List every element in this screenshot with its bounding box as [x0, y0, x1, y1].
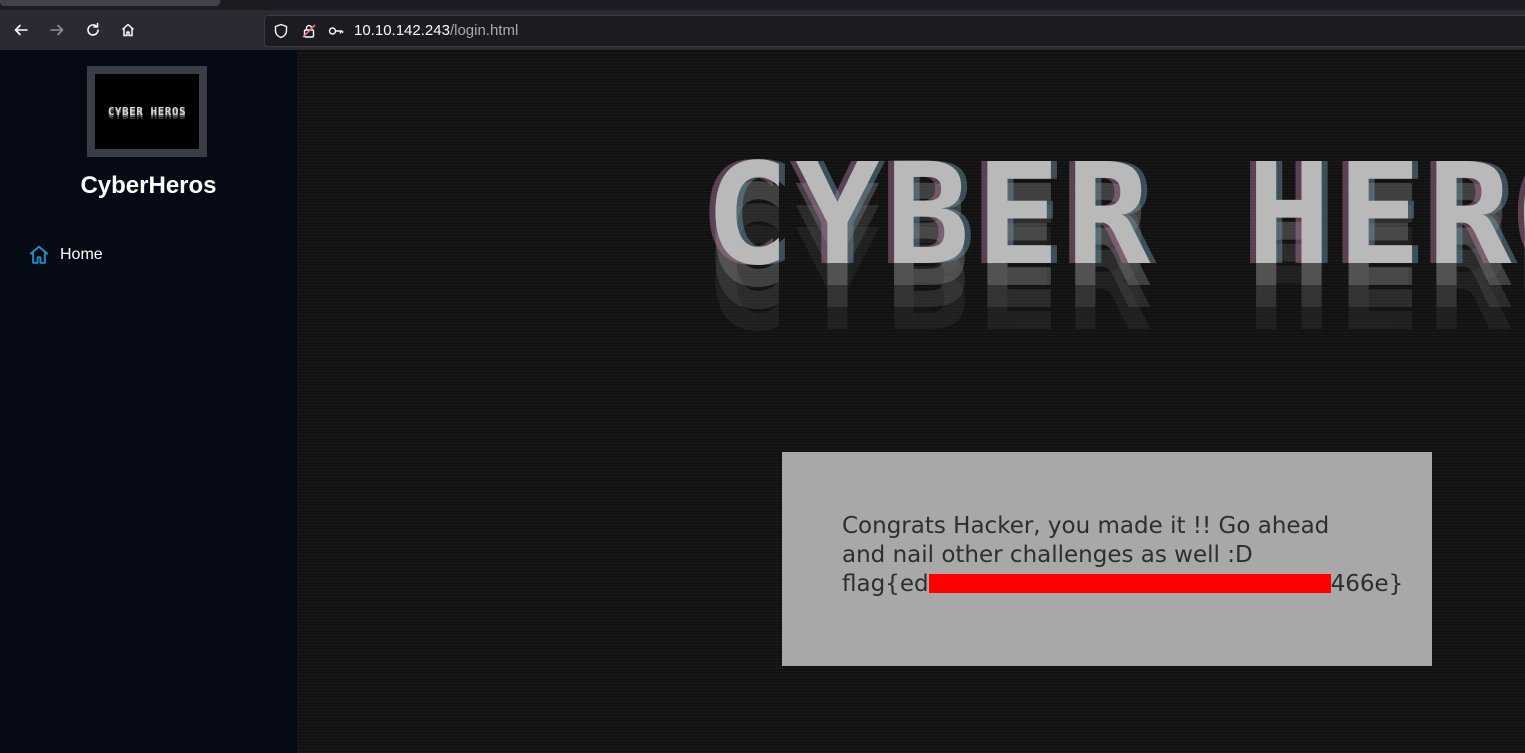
reload-button[interactable] [79, 16, 107, 44]
key-icon[interactable] [328, 23, 344, 39]
home-icon [29, 245, 49, 264]
forward-button[interactable] [43, 16, 71, 44]
logo-text: CYBER HEROS [107, 105, 187, 118]
sidebar-item-home[interactable]: Home [28, 243, 103, 267]
logo-image: CYBER HEROS [95, 74, 199, 149]
url-path: /login.html [449, 22, 519, 39]
message-line-2: and nail other challenges as well :D [842, 542, 1253, 568]
site-logo[interactable]: CYBER HEROS [87, 66, 207, 157]
congrats-message-box: Congrats Hacker, you made it !! Go ahead… [782, 452, 1432, 666]
flag-line: flag{ed 466e} [842, 570, 1404, 599]
address-bar[interactable]: 10.10.142.243/login.html [264, 15, 1525, 47]
flag-suffix: 466e} [1330, 571, 1404, 597]
insecure-lock-icon[interactable] [301, 23, 317, 39]
tab-strip [0, 0, 1525, 10]
message-line-1: Congrats Hacker, you made it !! Go ahead [842, 513, 1330, 539]
flag-redaction [928, 574, 1331, 593]
navigation-toolbar: 10.10.142.243/login.html [0, 10, 1525, 51]
reload-icon [87, 22, 99, 36]
forward-icon [50, 24, 64, 36]
sidebar: CYBER HEROS CyberHeros Home [0, 51, 297, 753]
flag-prefix: flag{ed [842, 571, 929, 597]
home-icon [121, 23, 135, 37]
url-text[interactable]: 10.10.142.243/login.html [354, 22, 518, 39]
active-tab[interactable] [0, 0, 220, 6]
hero-banner: CYBER HEROS [705, 134, 1525, 297]
url-host: 10.10.142.243 [354, 22, 450, 39]
main-content: CYBER HEROS Congrats Hacker, you made it… [297, 51, 1525, 753]
back-button[interactable] [7, 16, 35, 44]
shield-icon[interactable] [273, 23, 289, 39]
sidebar-item-label: Home [60, 246, 103, 263]
home-button[interactable] [114, 16, 142, 44]
back-icon [14, 24, 28, 36]
site-name: CyberHeros [80, 172, 217, 199]
